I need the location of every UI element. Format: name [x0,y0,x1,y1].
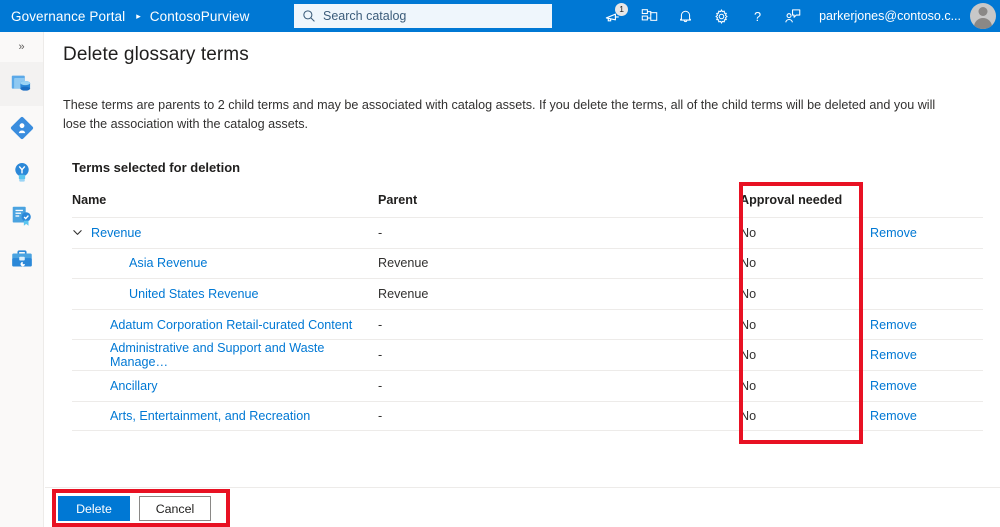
help-question-icon[interactable]: ? [739,0,775,32]
cell-name: Revenue [72,226,378,240]
action-buttons: Delete Cancel [58,496,211,521]
terms-table: Name Parent Approval needed Revenue - No Re… [72,188,983,432]
remove-link[interactable]: Remove [870,226,917,240]
cell-name: Adatum Corporation Retail-curated Conten… [72,318,378,332]
sidebar-item-management[interactable] [0,238,43,282]
user-account-menu[interactable]: parkerjones@contoso.c... [811,0,1000,32]
term-name-link[interactable]: United States Revenue [129,287,259,301]
data-map-diamond-icon [9,115,35,141]
delete-button[interactable]: Delete [58,496,130,521]
cell-parent: - [378,317,383,332]
user-email: parkerjones@contoso.c... [819,9,961,23]
cell-approval-needed: No [740,378,757,393]
table-header-row: Name Parent Approval needed [72,188,983,217]
feedback-megaphone-icon[interactable]: 1 [595,0,631,32]
term-name-link[interactable]: Asia Revenue [129,256,207,270]
table-row: Asia Revenue Revenue No [72,247,983,279]
sidebar-item-data-policy[interactable] [0,194,43,238]
column-header-name: Name [72,193,107,207]
left-nav-rail: » [0,32,44,527]
page-description: These terms are parents to 2 child terms… [63,98,936,131]
cell-name: Asia Revenue [72,256,378,270]
term-name-link[interactable]: Revenue [91,226,141,240]
column-header-parent: Parent [378,193,418,207]
remove-link[interactable]: Remove [870,348,917,362]
cell-name: Arts, Entertainment, and Recreation [72,409,378,423]
cell-parent: - [378,348,383,363]
cell-parent: - [378,225,383,240]
search-input[interactable] [323,9,544,23]
settings-gear-icon[interactable] [703,0,739,32]
section-label: Terms selected for deletion [72,160,241,175]
main-content: Delete glossary terms These terms are pa… [45,32,1000,527]
remove-link[interactable]: Remove [870,318,917,332]
cell-approval-needed: No [740,225,757,240]
table-row: Administrative and Support and Waste Man… [72,339,983,370]
cell-name: United States Revenue [72,287,378,301]
cell-approval-needed: No [740,408,757,423]
cell-approval-needed: No [740,256,757,271]
term-name-link[interactable]: Ancillary [110,379,158,393]
cell-parent: Revenue [378,286,429,301]
table-row: Adatum Corporation Retail-curated Conten… [72,308,983,340]
avatar[interactable] [970,3,996,29]
cell-parent: - [378,378,383,393]
search-icon [302,9,316,23]
cell-actions: Remove [870,226,983,240]
data-map-icon[interactable] [631,0,667,32]
data-catalog-icon [9,71,35,97]
cell-parent: Revenue [378,256,429,271]
column-header-approval: Approval needed [740,193,843,207]
sidebar-item-data-catalog[interactable] [0,62,43,106]
notifications-bell-icon[interactable] [667,0,703,32]
management-toolbox-icon [9,247,35,273]
term-name-link[interactable]: Adatum Corporation Retail-curated Conten… [110,318,352,332]
send-feedback-person-icon[interactable] [775,0,811,32]
cell-name: Administrative and Support and Waste Man… [72,341,378,369]
cell-actions: Remove [870,409,983,423]
term-name-link[interactable]: Administrative and Support and Waste Man… [110,341,378,369]
brand-title[interactable]: Governance Portal [11,9,125,24]
data-policy-certificate-icon [9,203,35,229]
cell-approval-needed: No [740,317,757,332]
cell-approval-needed: No [740,286,757,301]
table-row: United States Revenue Revenue No [72,278,983,309]
header-icon-group: 1 ? parkerjones@contoso.c... [595,0,1000,32]
sidebar-item-data-map[interactable] [0,106,43,150]
data-insights-bulb-icon [9,159,35,185]
cell-parent: - [378,408,383,423]
term-name-link[interactable]: Arts, Entertainment, and Recreation [110,409,310,423]
cell-actions: Remove [870,318,983,332]
search-box[interactable] [294,4,552,28]
cell-name: Ancillary [72,379,378,393]
notification-badge-count: 1 [615,3,629,16]
cell-actions: Remove [870,379,983,393]
sidebar-item-data-insights[interactable] [0,150,43,194]
account-name[interactable]: ContosoPurview [150,9,250,24]
expand-nav-button[interactable]: » [0,32,43,62]
table-row: Ancillary - No Remove [72,369,983,401]
cell-approval-needed: No [740,348,757,363]
cancel-button[interactable]: Cancel [139,496,211,521]
table-row: Revenue - No Remove [72,217,983,248]
remove-link[interactable]: Remove [870,409,917,423]
table-row: Arts, Entertainment, and Recreation - No Re… [72,400,983,432]
breadcrumb: Governance Portal ▸ ContosoPurview [0,0,250,32]
page-title: Delete glossary terms [63,44,249,65]
remove-link[interactable]: Remove [870,379,917,393]
cell-actions: Remove [870,348,983,362]
footer-divider [45,487,1000,488]
svg-text:?: ? [754,8,761,23]
breadcrumb-separator-icon: ▸ [136,10,141,21]
chevron-down-icon[interactable] [72,227,86,238]
app-header: Governance Portal ▸ ContosoPurview 1 [0,0,1000,32]
